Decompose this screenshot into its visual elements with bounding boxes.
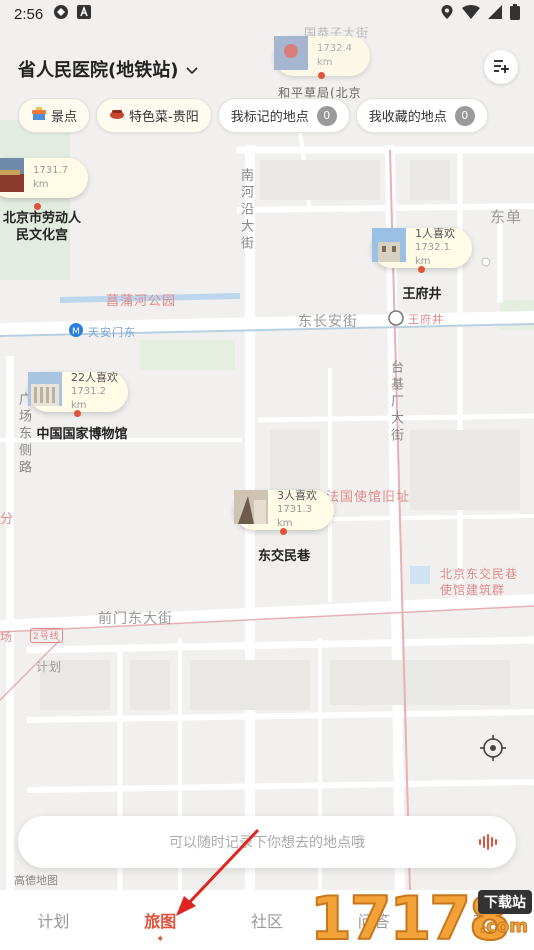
map-label-qianmen: 前门东大街: [98, 611, 173, 627]
map-label-dongdan: 东单: [490, 208, 523, 226]
nav-label: 计划: [37, 912, 70, 931]
map-label-jihua: 计划: [36, 660, 63, 674]
map-label-nanheyan: 南河沿大街: [238, 168, 253, 253]
svg-text:M: M: [72, 327, 80, 337]
dish-icon: [109, 108, 125, 124]
poi-name: 中国国家博物馆: [36, 427, 128, 442]
poi-bubble[interactable]: 22人喜欢 1731.2 km: [28, 371, 128, 412]
poi-marker-dot: [280, 528, 287, 535]
poi-bubble[interactable]: 1人喜欢 1732.1 km: [372, 227, 472, 268]
poi-photo: [372, 228, 409, 265]
vpn-icon: [53, 4, 69, 24]
map-brand: 高德地图: [14, 874, 58, 887]
search-bar[interactable]: 可以随时记录下你想去的地点哦: [18, 816, 516, 868]
poi-distance: 1731.7 km: [33, 165, 68, 190]
status-time: 2:56: [14, 5, 44, 23]
poi-marker-dot: [34, 203, 41, 210]
watermark-logo: 17178 下载站 .com: [309, 887, 534, 950]
poi-likes: 1人喜欢: [415, 227, 455, 240]
wifi-icon: [462, 5, 480, 23]
chip-count: 0: [454, 105, 475, 126]
map-label-embassy: 北京东交民巷使馆建筑群: [440, 567, 519, 597]
nav-label: 旅图: [144, 912, 177, 931]
poi-likes: 3人喜欢: [277, 489, 317, 502]
chip-dish[interactable]: 特色菜-贵阳: [96, 98, 212, 133]
map-label-faguo: 法国使馆旧址: [326, 490, 411, 505]
map-label-taiji: 台基厂大街: [388, 360, 403, 445]
search-placeholder: 可以随时记录下你想去的地点哦: [169, 835, 365, 851]
chip-label: 我收藏的地点: [368, 110, 447, 125]
nav-plan[interactable]: 计划: [0, 890, 107, 950]
scenic-icon: [31, 106, 47, 125]
poi-name: 东交民巷: [257, 549, 310, 564]
nav-community[interactable]: 社区: [214, 890, 321, 950]
status-bar: 2:56: [0, 0, 534, 28]
poi-photo: [28, 372, 65, 409]
map-label-tiananmen-east: 天安门东: [88, 326, 136, 339]
location-title: 省人民医院(地铁站): [18, 60, 179, 81]
poi-marker-dot: [74, 410, 81, 417]
map-label-changpuhe: 菖蒲河公园: [106, 294, 177, 309]
poi-distance: 1731.3 km: [277, 504, 312, 529]
chevron-down-icon: [186, 59, 199, 80]
map-roads: M: [0, 120, 534, 890]
location-status-icon: [440, 4, 454, 24]
poi-distance: 1731.2 km: [71, 386, 106, 411]
map-label-yang: 场: [0, 630, 14, 644]
nav-travel-map[interactable]: 旅图 ✦: [107, 890, 214, 950]
chip-scenic[interactable]: 景点: [18, 98, 91, 133]
chip-label: 特色菜-贵阳: [129, 110, 199, 125]
map-label-line2: 2号线: [30, 628, 63, 643]
map-view[interactable]: M 国恭子大街 和平草局(北京 南河沿大街 东单 菖蒲河公园 天安门东 东长安街…: [0, 0, 534, 890]
chip-favorite-places[interactable]: 我收藏的地点 0: [355, 98, 488, 133]
poi-photo: [234, 490, 271, 527]
crosshair-icon: [478, 735, 508, 767]
header: 省人民医院(地铁站): [0, 46, 534, 88]
map-label-fen: 分: [0, 512, 15, 527]
nav-label: 社区: [250, 912, 283, 931]
filter-chips: 景点 特色菜-贵阳 我标记的地点 0 我收藏的地点 0: [18, 98, 488, 133]
poi-photo: [0, 158, 27, 195]
watermark-tag: 下载站: [478, 890, 532, 914]
signal-icon: [488, 5, 502, 23]
add-list-icon: [493, 58, 509, 77]
chip-count: 0: [316, 105, 337, 126]
watermark-domain: .com: [479, 916, 529, 938]
chip-label: 我标记的地点: [230, 110, 309, 125]
poi-name: 王府井: [402, 287, 442, 302]
poi-distance: 1732.1 km: [415, 242, 450, 267]
map-label-dongchangan: 东长安街: [298, 314, 358, 330]
poi-name: 北京市劳动人民文化宫: [2, 211, 81, 243]
poi-bubble[interactable]: 3人喜欢 1731.3 km: [234, 489, 334, 530]
locate-me-button[interactable]: [478, 733, 508, 763]
add-list-button[interactable]: [484, 50, 518, 84]
map-label-wangfujing-station: 王府井: [408, 313, 444, 326]
poi-likes: 22人喜欢: [71, 371, 118, 384]
notification-a-icon: [77, 5, 92, 23]
battery-icon: [510, 4, 520, 24]
location-selector[interactable]: 省人民医院(地铁站): [18, 56, 199, 82]
chip-label: 景点: [51, 110, 78, 125]
poi-bubble[interactable]: 1731.7 km: [0, 158, 88, 198]
poi-marker-dot: [418, 266, 425, 273]
active-spark-icon: ✦: [155, 934, 165, 945]
voice-input-icon[interactable]: [474, 828, 502, 856]
chip-marked-places[interactable]: 我标记的地点 0: [217, 98, 350, 133]
